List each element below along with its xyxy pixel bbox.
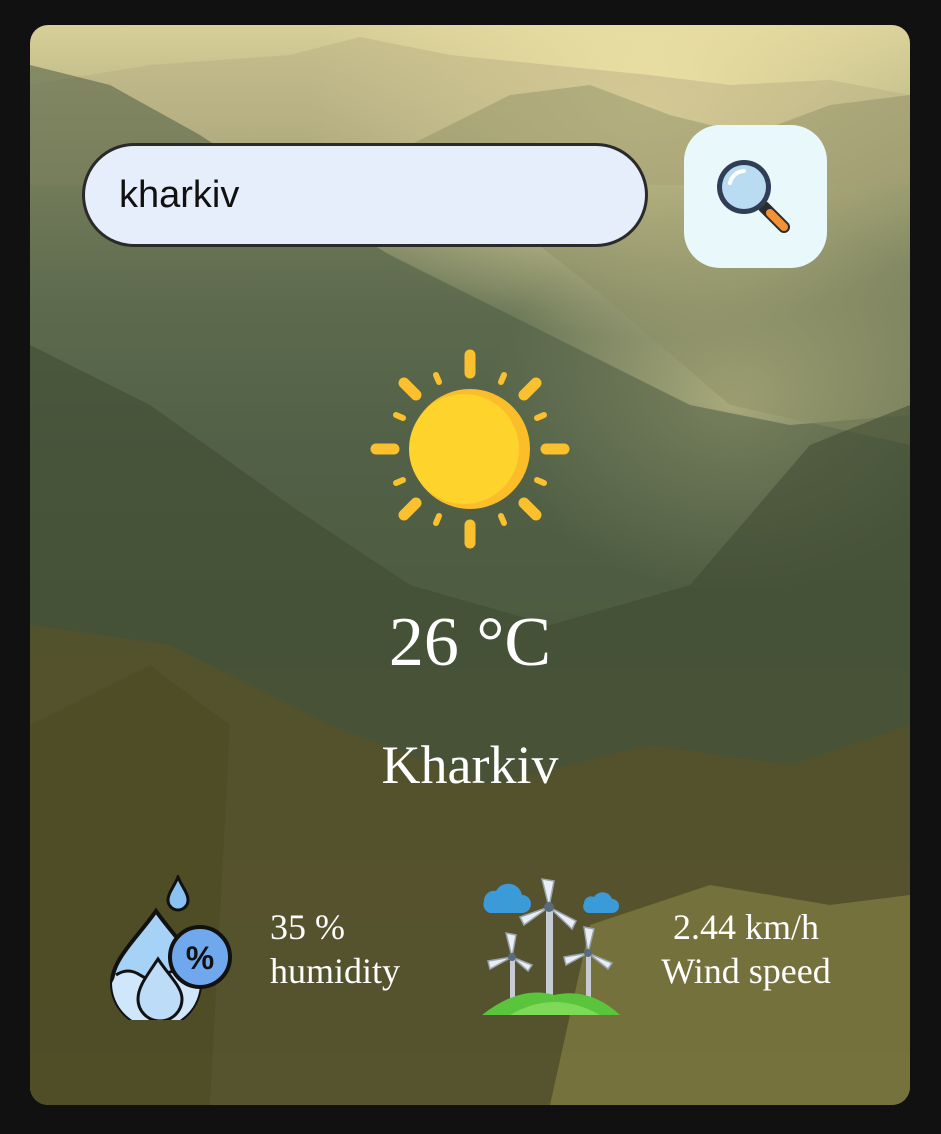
weather-card: 26 °C Kharkiv % 35 % humidity	[30, 25, 910, 1105]
search-input[interactable]	[82, 143, 648, 247]
humidity-value: 35 %	[270, 907, 345, 947]
wind-turbine-icon	[482, 878, 620, 1015]
humidity-label: humidity	[270, 951, 401, 991]
svg-text:%: %	[186, 940, 214, 976]
search-button[interactable]	[684, 125, 827, 268]
city-name: Kharkiv	[381, 735, 559, 795]
magnifier-icon	[717, 160, 790, 233]
humidity-icon: %	[109, 875, 232, 1020]
wind-value: 2.44 km/h	[672, 907, 819, 947]
humidity-detail: 35 % humidity	[270, 905, 400, 993]
wind-label: Wind speed	[661, 951, 831, 991]
sun-icon	[370, 349, 570, 549]
wind-detail: 2.44 km/h Wind speed	[646, 905, 846, 993]
temperature: 26 °C	[388, 604, 552, 681]
